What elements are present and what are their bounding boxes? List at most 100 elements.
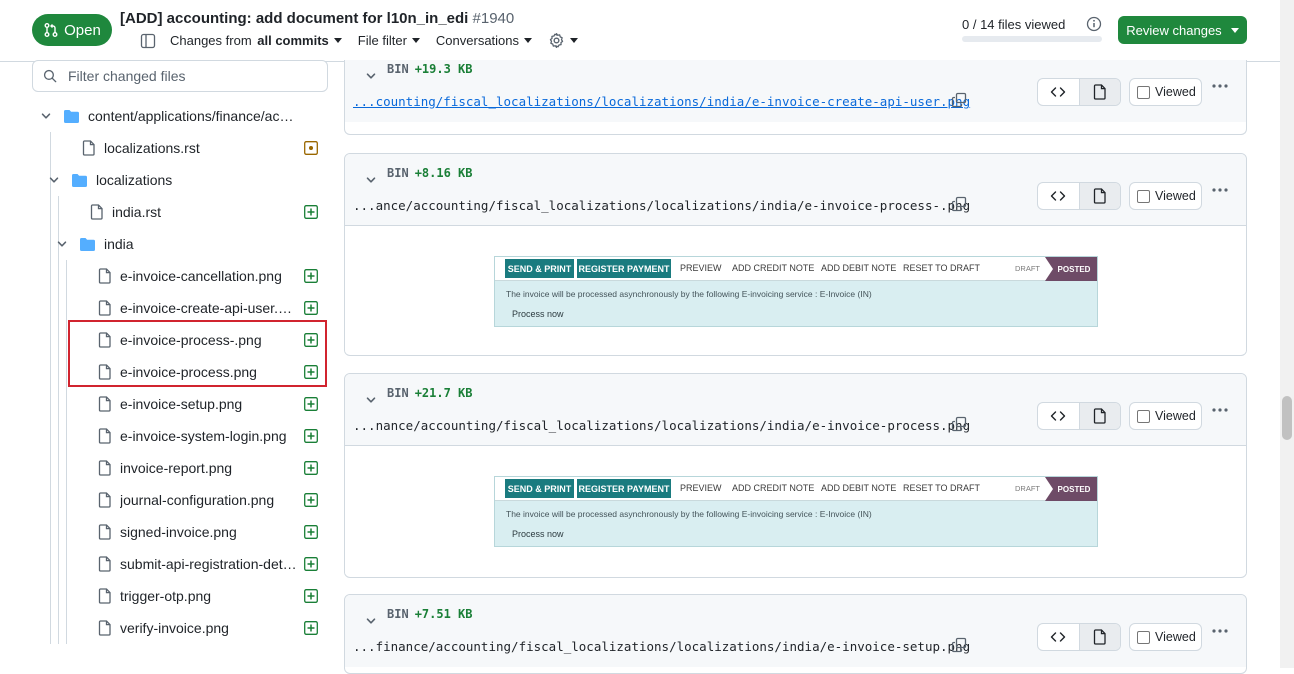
code-icon (1051, 632, 1066, 642)
tree-file[interactable]: submit-api-registration-det… (32, 548, 332, 580)
source-view-button[interactable] (1038, 403, 1079, 429)
tree-file[interactable]: e-invoice-setup.png (32, 388, 332, 420)
file-added-icon (304, 557, 318, 571)
file-path[interactable]: ...finance/accounting/fiscal_localizatio… (353, 639, 970, 654)
file-icon (1093, 408, 1106, 424)
preview-register-payment: REGISTER PAYMENT (577, 259, 671, 278)
file-filter-dropdown[interactable]: File filter (358, 33, 420, 48)
tree-file[interactable]: signed-invoice.png (32, 516, 332, 548)
kebab-horizontal-icon[interactable] (1211, 187, 1229, 193)
rich-view-button[interactable] (1078, 79, 1120, 105)
file-added-icon (304, 301, 318, 315)
code-icon (1051, 411, 1066, 421)
image-preview: SEND & PRINT REGISTER PAYMENT PREVIEW ADD C… (494, 476, 1098, 547)
viewed-checkbox[interactable] (1137, 189, 1150, 203)
tree-item-label: e-invoice-setup.png (120, 396, 243, 412)
tree-file[interactable]: journal-configuration.png (32, 484, 332, 516)
tree-file[interactable]: invoice-report.png (32, 452, 332, 484)
rich-view-button[interactable] (1078, 183, 1120, 209)
chevron-down-icon[interactable] (365, 70, 377, 82)
rich-view-button[interactable] (1078, 403, 1120, 429)
file-icon (1093, 188, 1106, 204)
file-path[interactable]: ...counting/fiscal_localizations/localiz… (353, 94, 970, 109)
tree-folder[interactable]: india (32, 228, 332, 260)
copy-icon[interactable] (951, 92, 967, 108)
copy-icon[interactable] (951, 416, 967, 432)
kebab-horizontal-icon[interactable] (1211, 628, 1229, 634)
caret-down-icon (524, 38, 533, 43)
viewed-label: Viewed (1155, 85, 1196, 99)
copy-icon[interactable] (951, 637, 967, 653)
source-view-button[interactable] (1038, 183, 1079, 209)
file-added-icon (304, 621, 318, 635)
binary-label: BIN +21.7 KB (387, 386, 472, 400)
tree-file[interactable]: trigger-otp.png (32, 580, 332, 612)
preview-preview: PREVIEW (680, 483, 722, 493)
tree-item-label: verify-invoice.png (120, 620, 229, 636)
viewed-checkbox[interactable] (1137, 630, 1150, 644)
chevron-down-icon[interactable] (48, 174, 60, 186)
copy-icon[interactable] (951, 196, 967, 212)
chevron-down-icon[interactable] (56, 238, 68, 250)
tree-item-label: e-invoice-system-login.png (120, 428, 287, 444)
rich-view-button[interactable] (1078, 624, 1120, 650)
file-diff-header: BIN +7.51 KB ...finance/accounting/fiscal_… (345, 595, 1246, 667)
tree-file[interactable]: localizations.rst (32, 132, 332, 164)
review-changes-button[interactable]: Review changes (1118, 16, 1247, 44)
bin-tag: BIN (387, 62, 409, 76)
viewed-checkbox[interactable] (1137, 85, 1150, 99)
tree-file[interactable]: e-invoice-system-login.png (32, 420, 332, 452)
kebab-horizontal-icon[interactable] (1211, 407, 1229, 413)
sidebar-collapse-icon (140, 33, 156, 48)
viewed-checkbox-button[interactable]: Viewed (1129, 182, 1202, 210)
preview-process-now: Process now (512, 529, 564, 539)
tree-file[interactable]: india.rst (32, 196, 332, 228)
file-path[interactable]: ...nance/accounting/fiscal_localizations… (353, 418, 970, 433)
folder-icon (71, 173, 88, 188)
chevron-down-icon[interactable] (365, 394, 377, 406)
file-added-icon (304, 493, 318, 507)
bin-tag: BIN (387, 607, 409, 621)
diff-settings-dropdown[interactable] (548, 32, 579, 49)
info-icon[interactable] (1086, 16, 1102, 32)
preview-toolbar: SEND & PRINT REGISTER PAYMENT PREVIEW ADD C… (495, 257, 1097, 281)
bin-tag: BIN (387, 166, 409, 180)
chevron-down-icon[interactable] (365, 174, 377, 186)
tree-folder[interactable]: content/applications/finance/accou… (32, 100, 332, 132)
changes-from-value: all commits (257, 33, 329, 48)
file-added-icon (304, 589, 318, 603)
diff-toolbar: Changes from all commits File filter Con… (140, 32, 594, 49)
conversations-dropdown[interactable]: Conversations (436, 33, 533, 48)
display-mode-toggle (1037, 402, 1121, 430)
filter-files-input[interactable] (66, 67, 306, 85)
viewed-checkbox-button[interactable]: Viewed (1129, 623, 1202, 651)
preview-add-credit-note: ADD CREDIT NOTE (732, 263, 815, 273)
viewed-checkbox-button[interactable]: Viewed (1129, 402, 1202, 430)
file-icon (82, 140, 96, 156)
binary-label: BIN +19.3 KB (387, 62, 472, 76)
tree-item-label: content/applications/finance/accou… (88, 108, 298, 124)
changes-from-dropdown[interactable]: Changes from all commits (170, 33, 342, 48)
tree-file[interactable]: verify-invoice.png (32, 612, 332, 644)
preview-add-credit-note: ADD CREDIT NOTE (732, 483, 815, 493)
preview-toolbar: SEND & PRINT REGISTER PAYMENT PREVIEW ADD C… (495, 477, 1097, 501)
chevron-down-icon[interactable] (365, 615, 377, 627)
source-view-button[interactable] (1038, 624, 1079, 650)
viewed-label: Viewed (1155, 630, 1196, 644)
kebab-horizontal-icon[interactable] (1211, 83, 1229, 89)
toggle-file-tree-button[interactable] (140, 33, 156, 49)
filter-changed-files[interactable] (32, 60, 328, 92)
viewed-checkbox[interactable] (1137, 409, 1150, 423)
scrollbar-thumb[interactable] (1282, 396, 1292, 440)
file-path[interactable]: ...ance/accounting/fiscal_localizations/… (353, 198, 970, 213)
source-view-button[interactable] (1038, 79, 1079, 105)
tree-file[interactable]: e-invoice-cancellation.png (32, 260, 332, 292)
caret-down-icon (333, 38, 342, 43)
search-icon (43, 69, 57, 83)
tree-item-label: invoice-report.png (120, 460, 233, 476)
bin-tag: BIN (387, 386, 409, 400)
chevron-down-icon[interactable] (40, 110, 52, 122)
page-scrollbar[interactable] (1280, 0, 1294, 668)
viewed-checkbox-button[interactable]: Viewed (1129, 78, 1202, 106)
tree-folder[interactable]: localizations (32, 164, 332, 196)
